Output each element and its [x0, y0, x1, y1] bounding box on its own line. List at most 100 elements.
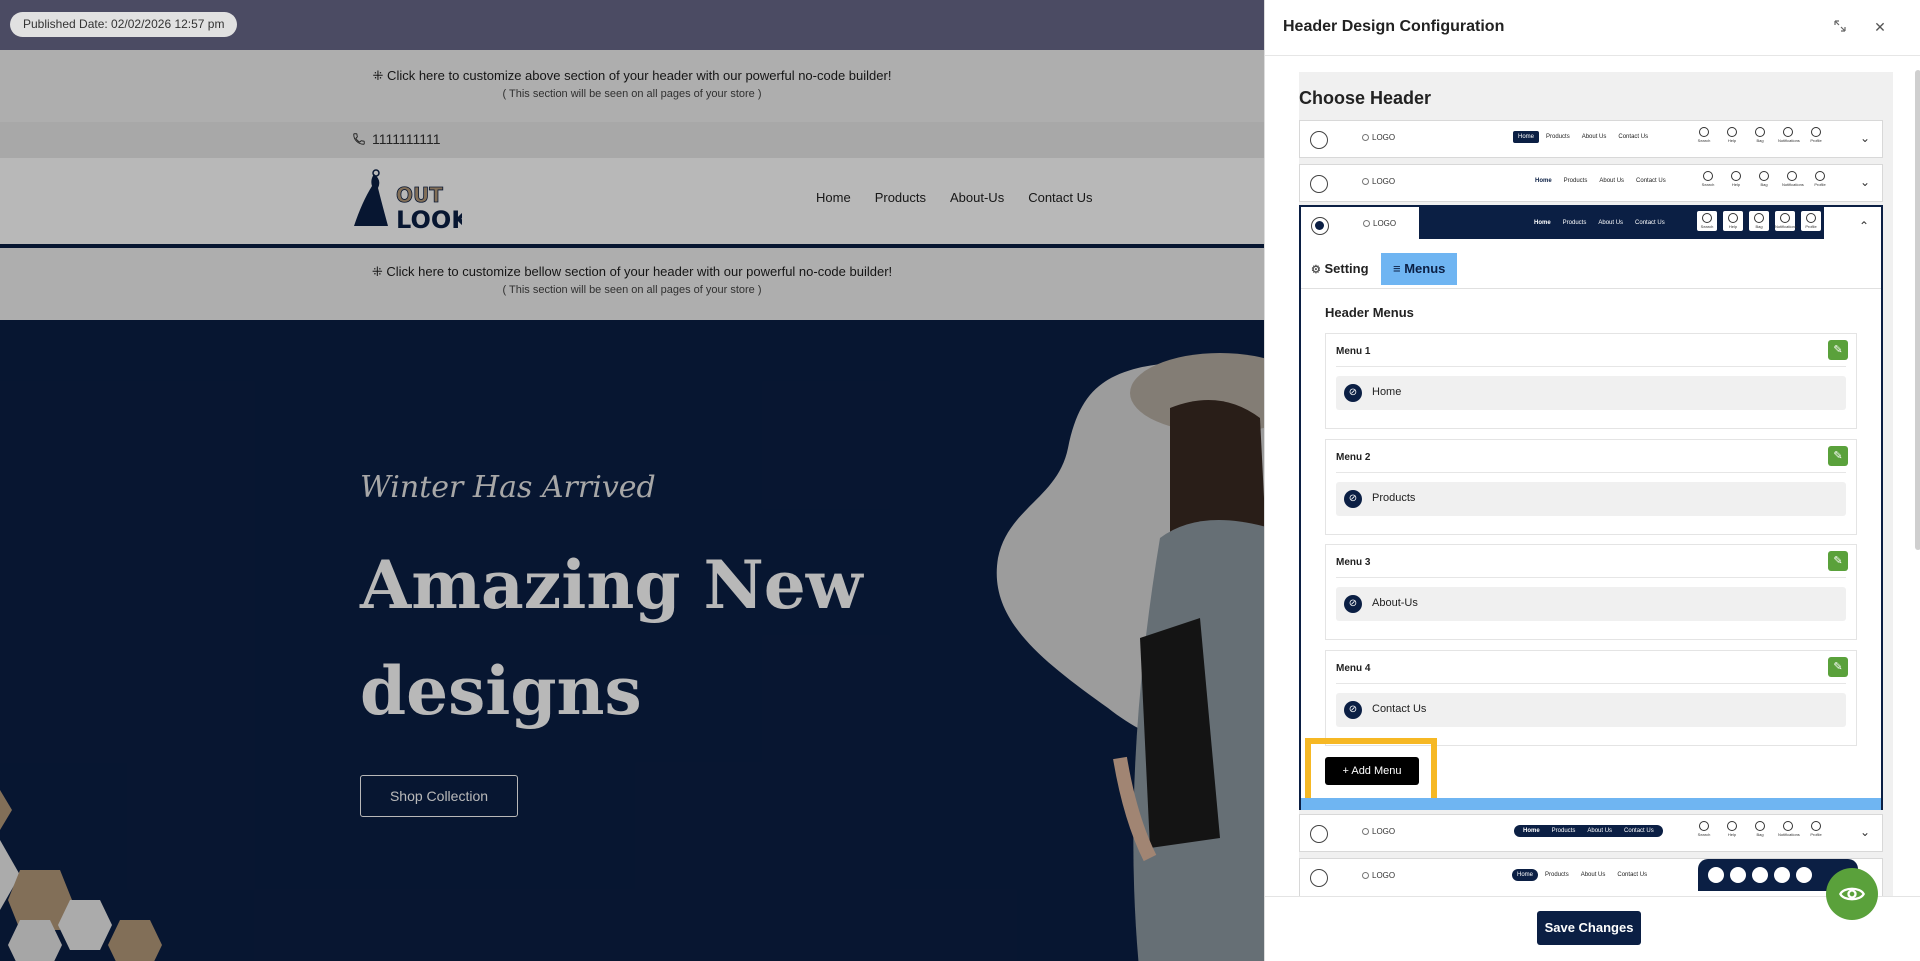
add-menu-button[interactable]: + Add Menu: [1325, 757, 1419, 785]
header-menus-title: Header Menus: [1325, 305, 1414, 320]
divider: [1336, 366, 1846, 367]
header-option-2-radio[interactable]: [1310, 175, 1328, 193]
svg-text:LOOK: LOOK: [396, 206, 462, 234]
menu-link-item[interactable]: ⊘ Home: [1336, 376, 1846, 410]
header-config-panel: Header Design Configuration ✕ Choose Hea…: [1264, 0, 1920, 961]
menu-card-title: Menu 1: [1336, 346, 1371, 357]
svg-text:OUT: OUT: [396, 183, 443, 207]
mini-search-icon: Search: [1694, 127, 1714, 143]
menu-lines-icon: ≡: [1393, 261, 1401, 276]
divider: [1336, 472, 1846, 473]
mini-profile-icon: Profile: [1806, 821, 1826, 837]
preview-eye-button[interactable]: [1826, 868, 1878, 920]
config-tabs: ⚙ Setting ≡ Menus: [1301, 253, 1881, 289]
pencil-icon: ✎: [1833, 555, 1843, 567]
mini-navy-header: Home Products About Us Contact Us Search…: [1419, 207, 1824, 239]
mini-help-icon: [1730, 867, 1746, 883]
header-option-3-radio[interactable]: [1311, 217, 1329, 235]
header-option-1[interactable]: LOGO Home Products About Us Contact Us S…: [1299, 120, 1883, 158]
cta-above-text: ⁜ Click here to customize above section …: [372, 68, 892, 83]
mini-menu: Home Products About Us Contact Us: [1534, 220, 1665, 226]
panel-scrollbar[interactable]: [1915, 70, 1920, 550]
cta-above-section[interactable]: ⁜ Click here to customize above section …: [0, 50, 1264, 122]
published-bar: Published Date: 02/02/2026 12:57 pm: [0, 0, 1264, 50]
menu-card: Menu 2 ✎ ⊘ Products: [1325, 439, 1857, 535]
nav-about[interactable]: About-Us: [950, 190, 1004, 205]
mini-icons: Search Help Bag Notifications Profile: [1697, 211, 1821, 231]
header-option-2[interactable]: LOGO Home Products About Us Contact Us S…: [1299, 164, 1883, 202]
menu-card-title: Menu 2: [1336, 452, 1371, 463]
nav-home[interactable]: Home: [816, 190, 851, 205]
link-icon: ⊘: [1344, 490, 1362, 508]
mini-profile-icon: Profile: [1806, 127, 1826, 143]
header-option-4[interactable]: LOGO Home Products About Us Contact Us S…: [1299, 814, 1883, 852]
chevron-down-icon[interactable]: ⌄: [1860, 176, 1870, 188]
pencil-icon: ✎: [1833, 450, 1843, 462]
mini-bag-icon: Bag: [1749, 211, 1769, 231]
mini-bell-icon: Notifications: [1782, 171, 1804, 187]
phone-number: 1111111111: [372, 131, 441, 147]
menu-card: Menu 1 ✎ ⊘ Home: [1325, 333, 1857, 429]
tab-setting[interactable]: ⚙ Setting: [1311, 253, 1369, 285]
store-navbar: OUT LOOK Home Products About-Us Contact …: [0, 158, 1264, 244]
cta-below-text: ⁜ Click here to customize bellow section…: [371, 264, 893, 279]
cta-below-subtext: ( This section will be seen on all pages…: [502, 284, 762, 296]
divider: [1336, 683, 1846, 684]
published-date-badge: Published Date: 02/02/2026 12:57 pm: [10, 12, 238, 37]
hero-banner: Winter Has Arrived Amazing New designs S…: [0, 320, 1264, 961]
store-logo[interactable]: OUT LOOK: [352, 168, 471, 234]
hero-headline: Amazing New designs: [360, 546, 863, 730]
gear-icon: ⚙: [1311, 264, 1321, 276]
divider: [1336, 577, 1846, 578]
phone-icon: [353, 133, 365, 145]
edit-menu-button[interactable]: ✎: [1828, 551, 1848, 571]
pencil-icon: ✎: [1833, 344, 1843, 356]
expand-icon[interactable]: [1831, 18, 1849, 36]
shop-collection-button[interactable]: Shop Collection: [360, 775, 518, 817]
tab-menus[interactable]: ≡ Menus: [1381, 253, 1458, 285]
store-topbar: 1111111111: [0, 122, 1264, 158]
mini-menu: Home Products About Us Contact Us: [1512, 869, 1652, 881]
mini-bell-icon: Notifications: [1778, 127, 1800, 143]
nav-products[interactable]: Products: [875, 190, 926, 205]
mini-menu: Home Products About Us Contact Us: [1514, 825, 1663, 837]
link-icon: ⊘: [1344, 701, 1362, 719]
mini-logo: LOGO: [1363, 219, 1396, 228]
menu-link-item[interactable]: ⊘ About-Us: [1336, 587, 1846, 621]
mini-search-icon: Search: [1694, 821, 1714, 837]
mini-profile-icon: [1796, 867, 1812, 883]
mini-logo: LOGO: [1362, 177, 1395, 186]
mini-help-icon: Help: [1722, 821, 1742, 837]
pencil-icon: ✎: [1833, 661, 1843, 673]
menu-link-item[interactable]: ⊘ Products: [1336, 482, 1846, 516]
close-icon[interactable]: ✕: [1871, 18, 1889, 36]
mini-bell-icon: Notifications: [1778, 821, 1800, 837]
mini-help-icon: Help: [1722, 127, 1742, 143]
chevron-down-icon[interactable]: ⌄: [1860, 132, 1870, 144]
menu-link-item[interactable]: ⊘ Contact Us: [1336, 693, 1846, 727]
edit-menu-button[interactable]: ✎: [1828, 446, 1848, 466]
menu-link-label: Products: [1372, 492, 1416, 504]
mini-logo: LOGO: [1362, 133, 1395, 142]
header-option-5-radio[interactable]: [1310, 869, 1328, 887]
expanded-bottom-bar: [1301, 798, 1881, 810]
chevron-up-icon[interactable]: ⌃: [1859, 220, 1869, 232]
header-option-4-radio[interactable]: [1310, 825, 1328, 843]
save-changes-button[interactable]: Save Changes: [1537, 911, 1641, 945]
header-option-5[interactable]: LOGO Home Products About Us Contact Us: [1299, 858, 1883, 896]
nav-contact[interactable]: Contact Us: [1028, 190, 1092, 205]
header-option-1-radio[interactable]: [1310, 131, 1328, 149]
panel-title: Header Design Configuration: [1283, 18, 1505, 35]
mini-profile-icon: Profile: [1801, 211, 1821, 231]
edit-menu-button[interactable]: ✎: [1828, 657, 1848, 677]
cta-below-section[interactable]: ⁜ Click here to customize bellow section…: [0, 248, 1264, 320]
mini-bag-icon: Bag: [1750, 821, 1770, 837]
mini-icons: Search Help Bag Notifications Profile: [1694, 821, 1826, 837]
mini-bag-icon: [1752, 867, 1768, 883]
mini-profile-icon: Profile: [1810, 171, 1830, 187]
chevron-down-icon[interactable]: ⌄: [1860, 826, 1870, 838]
edit-menu-button[interactable]: ✎: [1828, 340, 1848, 360]
mini-icons: Search Help Bag Notifications Profile: [1694, 127, 1826, 143]
eye-icon: [1839, 887, 1865, 901]
choose-header-title: Choose Header: [1299, 88, 1432, 108]
